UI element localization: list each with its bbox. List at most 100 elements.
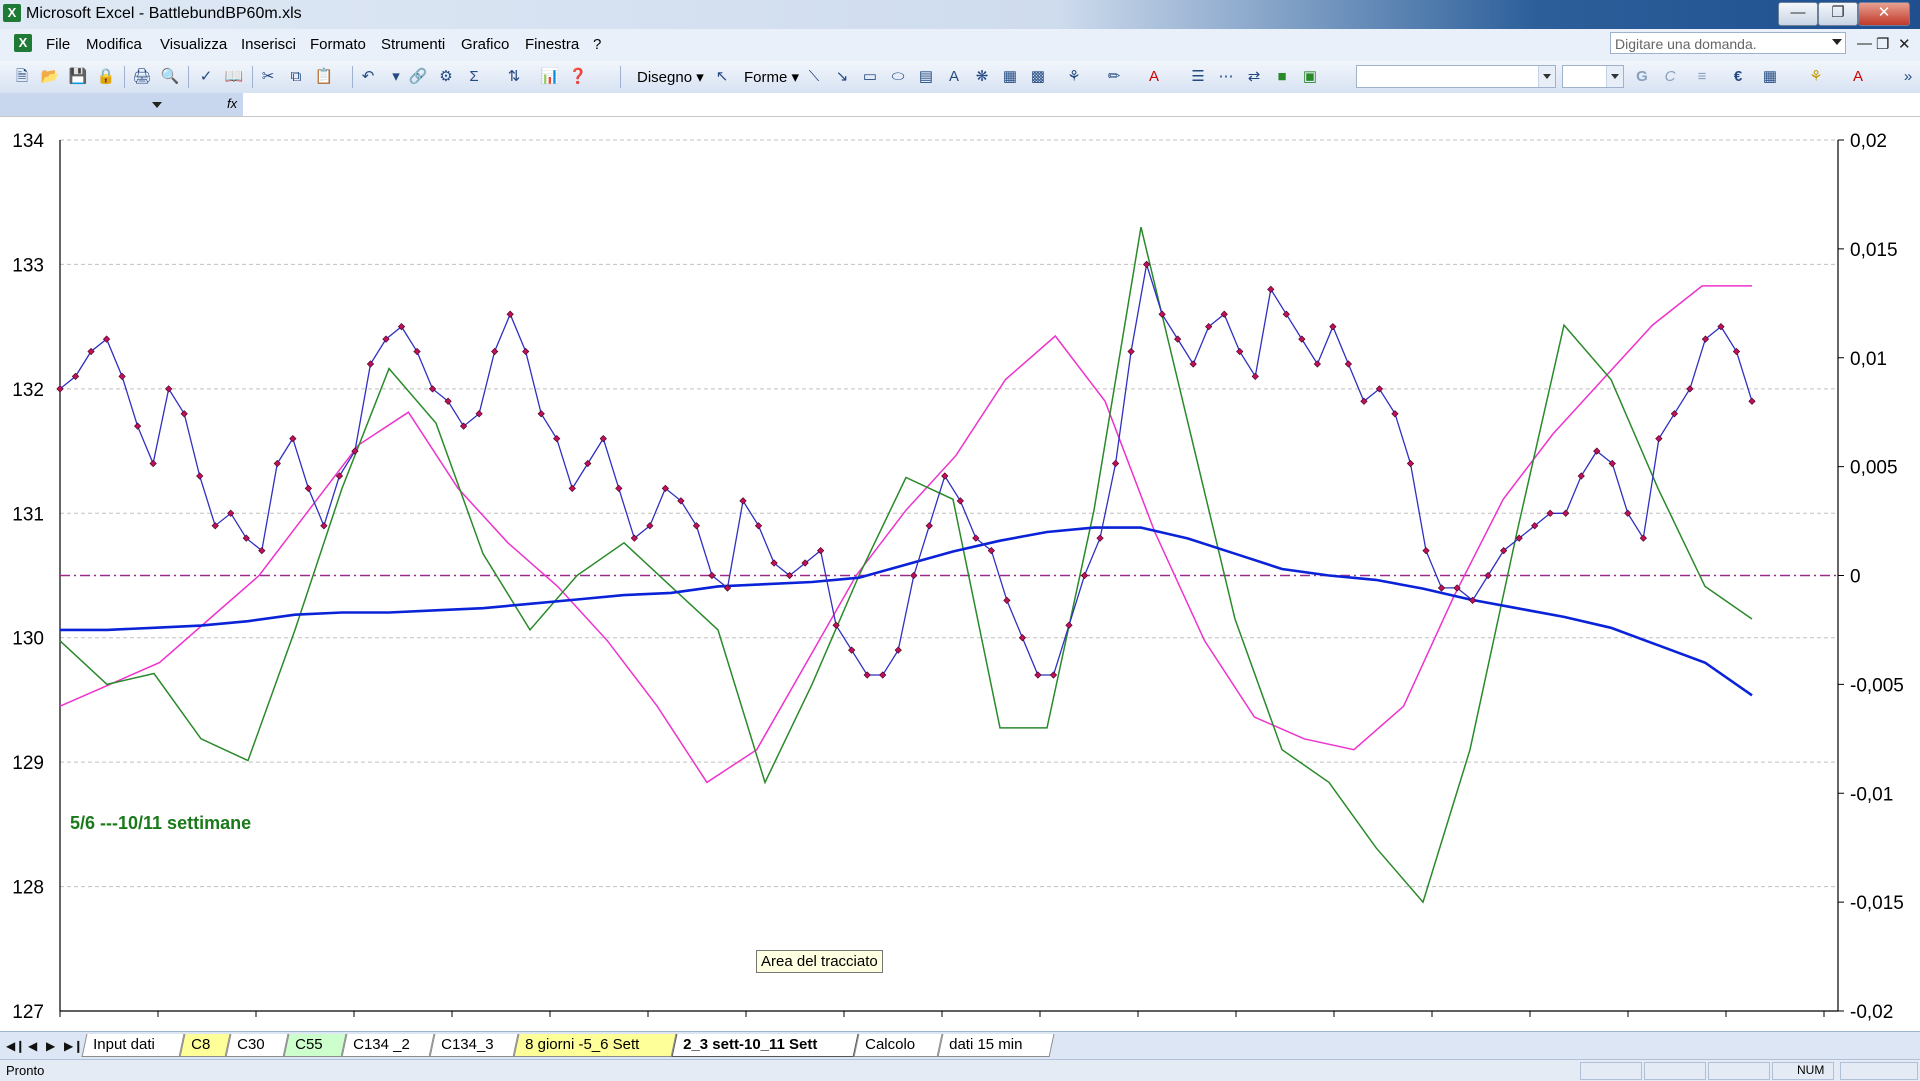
maximize-button[interactable]: ❐	[1818, 2, 1858, 26]
sheet-tab[interactable]: C55	[283, 1034, 347, 1057]
wordart-icon[interactable]: A	[944, 67, 964, 87]
font-color-2-icon[interactable]: A	[1848, 67, 1868, 87]
draw-menu-button[interactable]: Disegno ▾	[637, 68, 704, 86]
formula-input[interactable]	[243, 93, 1920, 116]
next-sheet-button[interactable]: ▶	[46, 1039, 55, 1053]
doc-restore-button[interactable]: ❐	[1876, 35, 1889, 53]
font-color-icon[interactable]: A	[1144, 67, 1164, 87]
fill-color-icon[interactable]: ⚘	[1064, 67, 1084, 87]
arrow-style-icon[interactable]: ⇄	[1244, 67, 1264, 87]
menu-file[interactable]: File	[46, 36, 70, 53]
sheet-tab[interactable]: C30	[225, 1034, 289, 1057]
chart-wizard-icon[interactable]: 📊	[540, 67, 560, 87]
doc-close-button[interactable]: ✕	[1898, 35, 1911, 53]
line-color-icon[interactable]: ✏	[1104, 67, 1124, 87]
sheet-tab[interactable]: Calcolo	[853, 1034, 943, 1057]
close-button[interactable]: ✕	[1858, 2, 1910, 26]
price-marker	[1344, 360, 1353, 368]
italic-button[interactable]: C	[1660, 67, 1680, 87]
arrow-icon[interactable]: ↘	[832, 67, 852, 87]
prev-sheet-button[interactable]: ◀	[28, 1039, 37, 1053]
textbox-icon[interactable]: ▤	[916, 67, 936, 87]
menu-strumenti[interactable]: Strumenti	[381, 36, 445, 53]
toolbar-separator	[352, 66, 353, 88]
redo-icon[interactable]: ▾	[386, 67, 406, 87]
select-objects-icon[interactable]: ↖	[712, 67, 732, 87]
clipart-icon[interactable]: ▦	[1000, 67, 1020, 87]
permission-icon[interactable]: 🔒	[96, 67, 116, 87]
chart-area[interactable]: 134 133 132 131 130 129 128 127 0,02 0,015 0,01 0,0…	[0, 116, 1920, 1041]
ask-dropdown-icon[interactable]	[1832, 39, 1842, 45]
chart-svg[interactable]: 134 133 132 131 130 129 128 127 0,02 0,015 0,01 0,0…	[0, 116, 1920, 1041]
price-marker	[1670, 410, 1679, 418]
sort-icon[interactable]: ⇅	[504, 67, 524, 87]
menu-finestra[interactable]: Finestra	[525, 36, 579, 53]
copy-icon[interactable]: ⧉	[286, 67, 306, 87]
chart-annotation[interactable]: 5/6 ---10/11 settimane	[70, 813, 251, 834]
toolbar-separator	[252, 66, 253, 88]
fx-button[interactable]: fx	[175, 93, 243, 116]
toolbar-options-icon[interactable]: »	[1898, 67, 1918, 87]
borders-icon[interactable]: ▦	[1760, 67, 1780, 87]
line-style-icon[interactable]: ☰	[1188, 67, 1208, 87]
sheet-tab[interactable]: dati 15 min	[937, 1034, 1055, 1057]
picture-icon[interactable]: ▩	[1028, 67, 1048, 87]
3d-icon[interactable]: ▣	[1300, 67, 1320, 87]
cut-icon[interactable]: ✂	[258, 67, 278, 87]
print-preview-icon[interactable]: 🔍	[160, 67, 180, 87]
diagram-icon[interactable]: ❋	[972, 67, 992, 87]
excel-app-icon[interactable]: X	[3, 4, 21, 22]
open-icon[interactable]: 📂	[40, 67, 60, 87]
sheet-tab[interactable]: C134 _2	[341, 1034, 435, 1057]
shadow-icon[interactable]: ■	[1272, 67, 1292, 87]
left-axis-tick-label: 129	[12, 753, 44, 774]
sheet-tab[interactable]: C134_3	[429, 1034, 519, 1057]
shapes-menu-button[interactable]: Forme ▾	[744, 68, 799, 86]
sheet-tab[interactable]: Input dati	[81, 1034, 185, 1057]
line-icon[interactable]: ⟍	[804, 67, 824, 87]
help-icon[interactable]: ❓	[568, 67, 588, 87]
bold-button[interactable]: G	[1632, 67, 1652, 87]
paste-icon[interactable]: 📋	[314, 67, 334, 87]
sheet-tab[interactable]: C8	[179, 1034, 231, 1057]
menu-help[interactable]: ?	[593, 36, 601, 53]
price-marker	[1065, 621, 1073, 629]
dash-style-icon[interactable]: ⋯	[1216, 67, 1236, 87]
sheet-tab[interactable]: 2_3 sett-10_11 Sett	[671, 1034, 859, 1057]
menu-formato[interactable]: Formato	[310, 36, 366, 53]
hyperlink-icon[interactable]: 🔗	[408, 67, 428, 87]
price-marker	[1391, 410, 1399, 418]
research-icon[interactable]: 📖	[224, 67, 244, 87]
name-box-dropdown-icon[interactable]	[152, 102, 162, 108]
name-box[interactable]	[0, 93, 175, 116]
doc-minimize-button[interactable]: —	[1857, 35, 1872, 52]
font-name-combo[interactable]	[1356, 65, 1556, 88]
sheet-tab[interactable]: 8 giorni -5_6 Sett	[513, 1034, 677, 1057]
autosum-icon[interactable]: Σ	[464, 67, 484, 87]
minimize-button[interactable]: —	[1778, 2, 1818, 26]
menu-modifica[interactable]: Modifica	[86, 36, 142, 53]
spelling-icon[interactable]: ✓	[196, 67, 216, 87]
price-marker	[1189, 360, 1197, 368]
save-icon[interactable]: 💾	[68, 67, 88, 87]
fill-color-2-icon[interactable]: ⚘	[1806, 67, 1826, 87]
rectangle-icon[interactable]: ▭	[860, 67, 880, 87]
new-icon[interactable]: 🗎	[12, 67, 32, 87]
menu-inserisci[interactable]: Inserisci	[241, 36, 296, 53]
print-icon[interactable]: 🖨	[132, 67, 152, 87]
menu-visualizza[interactable]: Visualizza	[160, 36, 227, 53]
toolbar: 🗎 📂 💾 🔒 🖨 🔍 ✓ 📖 ✂ ⧉ 📋 ↶ ▾ 🔗 ⚙ Σ ⇅ 📊 ❓ Di…	[0, 61, 1920, 94]
menu-grafico[interactable]: Grafico	[461, 36, 509, 53]
right-axis-tick-label: 0,01	[1850, 349, 1887, 370]
currency-button[interactable]: €	[1728, 67, 1748, 87]
oval-icon[interactable]: ⬭	[888, 67, 908, 87]
ask-question-input[interactable]: Digitare una domanda.	[1610, 32, 1846, 54]
last-sheet-button[interactable]: ▶❙	[64, 1039, 83, 1053]
undo-icon[interactable]: ↶	[358, 67, 378, 87]
first-sheet-button[interactable]: ◀❙	[6, 1039, 25, 1053]
title-bar: X Microsoft Excel - BattlebundBP60m.xls …	[0, 0, 1920, 29]
font-size-combo[interactable]	[1562, 65, 1624, 88]
sheet-tab-label: Calcolo	[865, 1036, 916, 1053]
align-icon[interactable]: ≡	[1692, 67, 1712, 87]
workbook-icon[interactable]: X	[14, 34, 32, 52]
